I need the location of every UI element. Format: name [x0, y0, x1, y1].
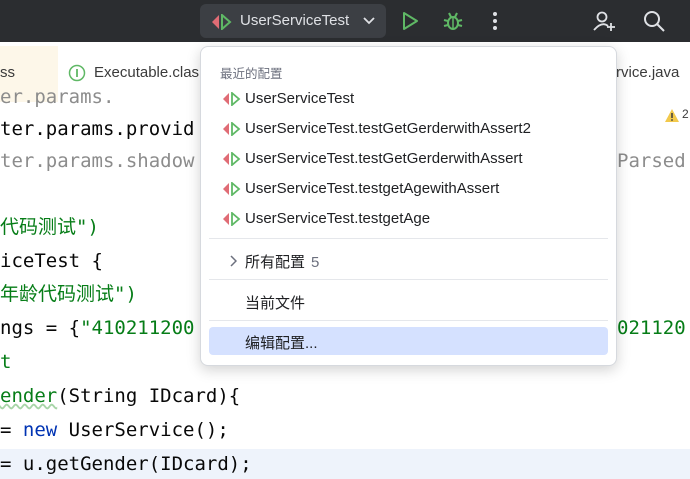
- run-config-icon: [223, 152, 241, 166]
- all-configs-label: 所有配置: [245, 254, 306, 271]
- debug-icon[interactable]: [441, 9, 465, 33]
- warning-count: 2: [682, 107, 689, 121]
- recent-configs-title: 最近的配置: [220, 67, 283, 81]
- code-line: ender(String IDcard){: [0, 385, 241, 407]
- recent-config-item[interactable]: UserServiceTest.testGetGerderwithAssert2: [209, 115, 608, 143]
- edit-configs-item[interactable]: 编辑配置...: [209, 327, 608, 355]
- all-configs-count: 5: [311, 254, 320, 271]
- run-config-icon: [212, 14, 232, 30]
- menu-divider: [209, 320, 608, 321]
- recent-config-item[interactable]: UserServiceTest: [209, 85, 608, 113]
- chevron-right-icon: [230, 255, 237, 267]
- recent-config-item[interactable]: UserServiceTest.testGetGerderwithAssert: [209, 145, 608, 173]
- run-config-selector[interactable]: UserServiceTest: [200, 4, 386, 38]
- add-user-icon[interactable]: [592, 9, 616, 33]
- run-config-icon: [223, 212, 241, 226]
- search-icon[interactable]: [642, 9, 666, 33]
- tab-executable-class[interactable]: Executable.clas: [94, 64, 199, 81]
- recent-config-item[interactable]: UserServiceTest.testgetAge: [209, 205, 608, 233]
- run-config-icon: [223, 92, 241, 106]
- chevron-down-icon: [363, 17, 375, 25]
- class-icon: [68, 64, 86, 82]
- more-icon[interactable]: [483, 9, 507, 33]
- code-line: = new UserService();: [0, 419, 229, 441]
- current-file-item[interactable]: 当前文件: [209, 287, 608, 315]
- run-config-name: UserServiceTest: [240, 12, 350, 29]
- run-config-popup: 最近的配置 UserServiceTest UserServiceTest.te…: [200, 46, 617, 366]
- run-icon[interactable]: [398, 9, 422, 33]
- main-toolbar: UserServiceTest: [0, 0, 690, 42]
- warning-icon[interactable]: [664, 108, 680, 124]
- recent-config-item[interactable]: UserServiceTest.testgetAgewithAssert: [209, 175, 608, 203]
- all-configs-item[interactable]: 所有配置 5: [209, 246, 608, 274]
- tab-label-partial: ss: [0, 64, 15, 81]
- tab-userservice-java[interactable]: rvice.java: [616, 64, 679, 81]
- run-config-icon: [223, 122, 241, 136]
- menu-divider: [209, 279, 608, 280]
- menu-divider: [209, 238, 608, 239]
- run-config-icon: [223, 182, 241, 196]
- code-line-current: = u.getGender(IDcard);: [0, 449, 690, 479]
